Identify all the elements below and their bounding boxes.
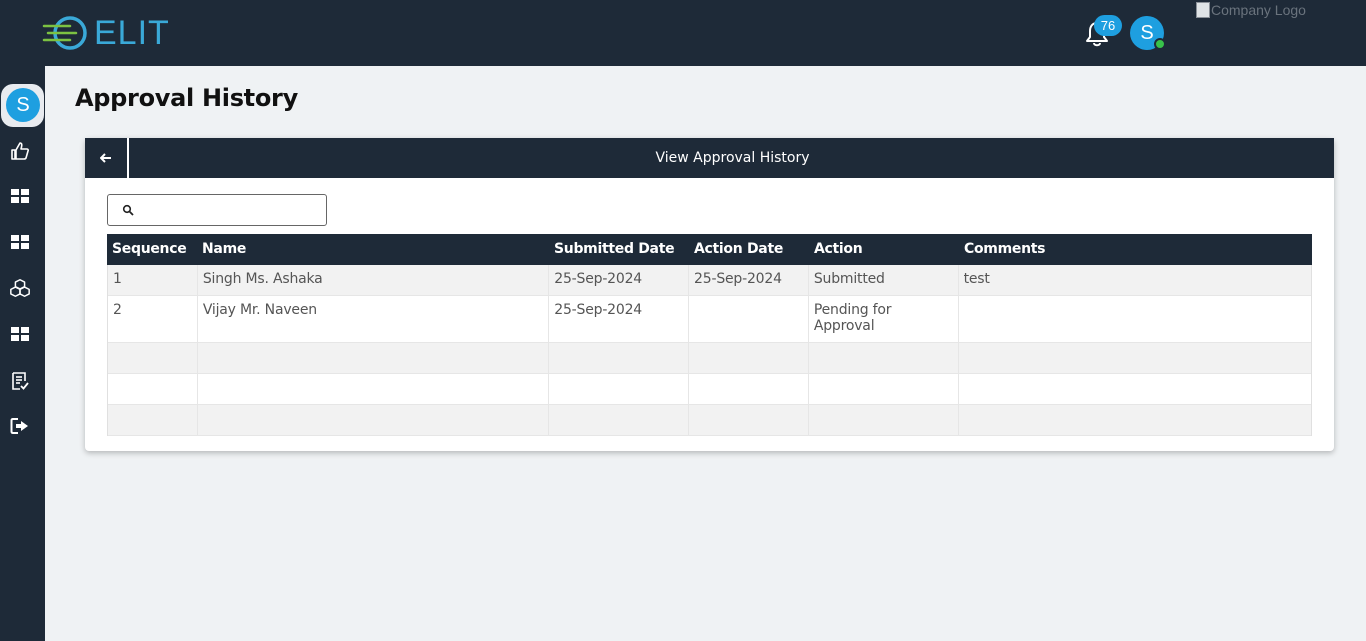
cell-action: Pending for Approval — [809, 296, 959, 342]
cell-action-date — [689, 374, 809, 404]
table-row — [108, 405, 1311, 436]
brand-logo[interactable]: ELIT — [40, 12, 170, 54]
top-bar: ELIT 76 S Company Logo — [0, 0, 1366, 66]
sidebar: S — [0, 66, 45, 641]
cell-sequence — [108, 343, 198, 373]
table-row — [108, 343, 1311, 374]
cubes-icon[interactable] — [9, 277, 31, 299]
cell-name — [198, 374, 550, 404]
column-header-action[interactable]: Action — [809, 234, 959, 265]
cell-sequence: 2 — [108, 296, 198, 342]
task-list-icon[interactable] — [9, 370, 31, 392]
table-row — [108, 374, 1311, 405]
cell-name: Vijay Mr. Naveen — [198, 296, 550, 342]
cell-action — [809, 405, 959, 435]
cell-comments — [959, 374, 1311, 404]
thumbs-up-icon[interactable] — [9, 140, 31, 162]
cell-submitted-date — [549, 374, 690, 404]
page-title: Approval History — [75, 84, 298, 112]
cell-action-date — [689, 296, 809, 342]
company-logo: Company Logo — [1196, 2, 1306, 18]
cell-name — [198, 405, 550, 435]
cell-comments: test — [963, 271, 990, 287]
table-row[interactable]: 1 Singh Ms. Ashaka 25-Sep-2024 25-Sep-20… — [108, 265, 1311, 296]
cell-action-date — [689, 405, 809, 435]
card-header: View Approval History — [85, 138, 1334, 178]
company-logo-alt-text: Company Logo — [1211, 2, 1306, 18]
cell-comments — [959, 343, 1311, 373]
cell-comments — [959, 405, 1311, 435]
dashboard-icon[interactable] — [9, 323, 31, 345]
cell-action: Submitted — [809, 265, 959, 295]
notification-count-badge[interactable]: 76 — [1094, 15, 1122, 36]
arrow-left-icon — [100, 153, 111, 163]
sidebar-avatar[interactable]: S — [6, 88, 40, 122]
brand-name: ELIT — [94, 14, 170, 52]
cell-action — [809, 343, 959, 373]
cell-sequence: 1 — [108, 265, 198, 295]
card-title: View Approval History — [655, 150, 810, 166]
search-input[interactable] — [107, 194, 327, 226]
cell-name — [198, 343, 550, 373]
search-icon — [122, 204, 134, 216]
column-header-submitted-date[interactable]: Submitted Date — [549, 234, 689, 265]
cell-submitted-date — [549, 343, 690, 373]
cell-action-date: 25-Sep-2024 — [689, 265, 809, 295]
cell-submitted-date — [549, 405, 690, 435]
table-row[interactable]: 2 Vijay Mr. Naveen 25-Sep-2024 Pending f… — [108, 296, 1311, 343]
approval-history-card: View Approval History Sequence Name Subm… — [85, 138, 1334, 451]
column-header-action-date[interactable]: Action Date — [689, 234, 809, 265]
cell-name: Singh Ms. Ashaka — [198, 265, 550, 295]
broken-image-icon — [1196, 2, 1210, 18]
online-status-indicator — [1154, 38, 1166, 50]
back-button[interactable] — [85, 138, 129, 178]
cell-submitted-date: 25-Sep-2024 — [549, 296, 690, 342]
approval-history-table: Sequence Name Submitted Date Action Date… — [107, 234, 1312, 436]
table-body: 1 Singh Ms. Ashaka 25-Sep-2024 25-Sep-20… — [107, 265, 1312, 436]
column-header-sequence[interactable]: Sequence — [107, 234, 197, 265]
dashboard-icon[interactable] — [9, 185, 31, 207]
logout-icon[interactable] — [9, 415, 31, 437]
dashboard-icon[interactable] — [9, 231, 31, 253]
cell-action — [809, 374, 959, 404]
table-header: Sequence Name Submitted Date Action Date… — [107, 234, 1312, 265]
cell-comments — [959, 296, 1311, 342]
cell-action-date — [689, 343, 809, 373]
cell-sequence — [108, 374, 198, 404]
logo-mark-icon — [40, 12, 90, 54]
column-header-comments[interactable]: Comments — [959, 234, 1312, 265]
cell-submitted-date: 25-Sep-2024 — [549, 265, 690, 295]
cell-sequence — [108, 405, 198, 435]
column-header-name[interactable]: Name — [197, 234, 549, 265]
sidebar-profile[interactable]: S — [1, 84, 44, 127]
